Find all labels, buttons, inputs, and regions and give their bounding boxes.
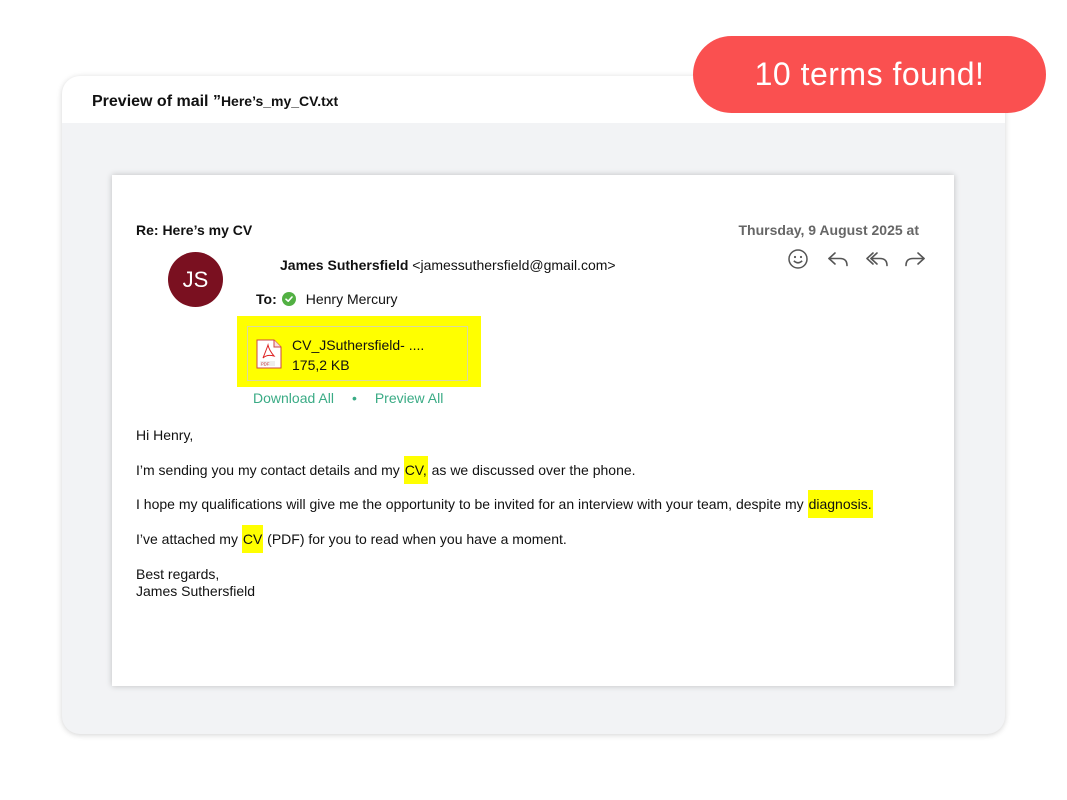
reply-icon[interactable] xyxy=(826,247,850,271)
attachment-links: Download All • Preview All xyxy=(253,390,443,406)
terms-found-badge: 10 terms found! xyxy=(693,36,1046,113)
attachment-size: 175,2 KB xyxy=(292,357,350,373)
recipient-name: Henry Mercury xyxy=(305,291,398,307)
preview-title: Preview of mail ”Here’s_my_CV.txt xyxy=(92,93,338,111)
sender-name: James Suthersfield xyxy=(280,257,409,273)
closing: Best regards, xyxy=(136,566,220,582)
recipient-row: To: Henry Mercury xyxy=(256,291,398,307)
body-text: I’ve attached my xyxy=(136,531,242,547)
email-subject: Re: Here’s my CV xyxy=(136,222,253,238)
body-text: I hope my qualifications will give me th… xyxy=(136,496,808,512)
preview-all-link[interactable]: Preview All xyxy=(375,390,443,406)
highlighted-term: CV, xyxy=(403,456,428,484)
highlighted-term: CV xyxy=(241,525,264,553)
download-all-link[interactable]: Download All xyxy=(253,390,334,406)
greeting: Hi Henry, xyxy=(136,427,194,443)
highlighted-term: diagnosis. xyxy=(807,490,873,518)
body-text: as we discussed over the phone. xyxy=(427,462,636,478)
email-date: Thursday, 9 August 2025 at xyxy=(738,222,920,238)
body-line-1: I’m sending you my contact details and m… xyxy=(136,456,636,484)
body-text: (PDF) for you to read when you have a mo… xyxy=(263,531,567,547)
attachment-name: CV_JSuthersfield- .... xyxy=(292,337,425,353)
attachment-highlight: PDF CV_JSuthersfield- .... 175,2 KB xyxy=(237,316,481,387)
to-label: To: xyxy=(256,291,277,307)
preview-window: Preview of mail ”Here’s_my_CV.txt Re: He… xyxy=(62,76,1005,734)
signature: James Suthersfield xyxy=(136,583,256,599)
body-line-3: I’ve attached my CV (PDF) for you to rea… xyxy=(136,525,567,553)
email-panel: Re: Here’s my CV Thursday, 9 August 2025… xyxy=(112,175,954,686)
email-actions xyxy=(786,247,932,271)
link-separator: • xyxy=(351,390,357,406)
smiley-icon[interactable] xyxy=(786,247,810,271)
body-line-2: I hope my qualifications will give me th… xyxy=(136,490,873,518)
forward-icon[interactable] xyxy=(903,247,927,271)
attachment[interactable]: PDF CV_JSuthersfield- .... 175,2 KB xyxy=(247,326,468,381)
check-icon xyxy=(281,292,296,306)
pdf-file-icon: PDF xyxy=(256,339,282,369)
svg-text:PDF: PDF xyxy=(261,361,270,366)
preview-file-name: Here’s_my_CV.txt xyxy=(220,93,339,109)
preview-title-prefix: Preview of mail ” xyxy=(92,93,221,110)
sender-email: <jamessuthersfield@gmail.com> xyxy=(412,257,616,273)
avatar: JS xyxy=(168,252,223,307)
body-text: I’m sending you my contact details and m… xyxy=(136,462,404,478)
sender: James Suthersfield <jamessuthersfield@gm… xyxy=(280,257,616,273)
reply-all-icon[interactable] xyxy=(865,247,889,271)
